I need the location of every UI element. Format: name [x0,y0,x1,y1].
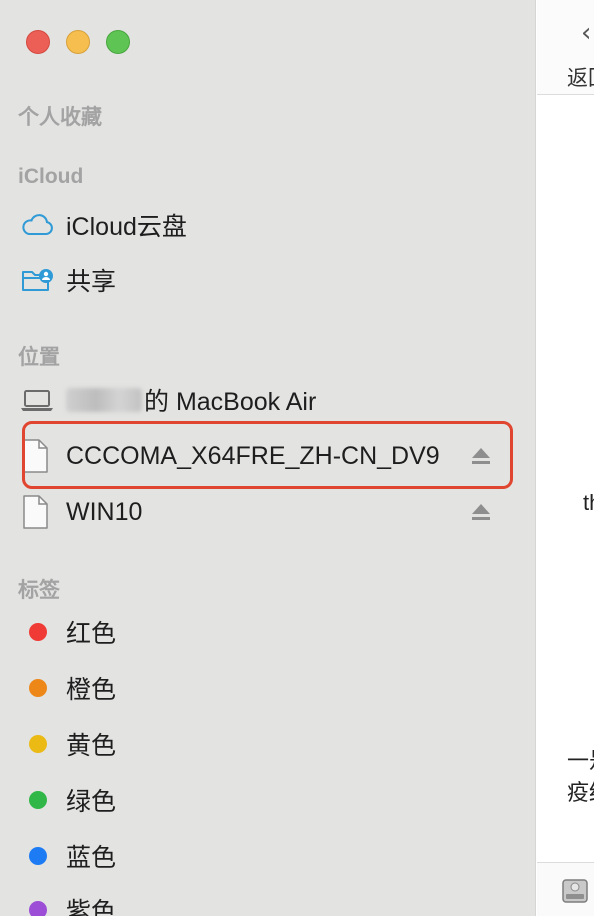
hard-disk-icon [561,877,589,910]
close-window-button[interactable] [26,30,50,54]
sidebar-item-label: 共享 [66,268,117,296]
content-text-fragment: th [583,490,594,515]
main-content: ‹ 返回 th 一是 疫结 [537,0,594,916]
sidebar-item-label: 蓝色 [66,844,117,872]
shared-folder-icon [20,262,56,298]
sidebar-item-label: 橙色 [66,676,117,704]
zoom-window-button[interactable] [106,30,130,54]
tag-color-dot [29,623,47,641]
minimize-window-button[interactable] [66,30,90,54]
section-header-locations: 位置 [18,346,60,369]
sidebar-item-label: 红色 [66,620,117,648]
sidebar-item-tag-purple[interactable]: 紫色 [20,888,116,916]
redacted-username [66,388,142,412]
section-header-icloud: iCloud [18,165,84,188]
sidebar-item-label: 的 MacBook Air [144,388,317,416]
section-header-tags: 标签 [18,579,60,602]
toolbar: ‹ 返回 [537,0,594,95]
tag-color-dot [29,735,47,753]
tag-color-dot [29,791,47,809]
tag-color-dot [29,847,47,865]
back-chevron-icon[interactable]: ‹ [581,18,591,48]
sidebar-item-label: 黄色 [66,732,117,760]
content-text-fragment: 一是 [567,748,594,773]
eject-icon[interactable] [470,502,492,522]
sidebar-item-label: iCloud云盘 [66,213,187,241]
section-header-favorites: 个人收藏 [18,106,102,129]
laptop-icon [20,382,56,418]
window-controls [26,30,130,54]
sidebar-item-tag-green[interactable]: 绿色 [20,778,116,822]
document-icon [20,494,56,530]
sidebar-item-win10-volume[interactable]: WIN10 [20,490,142,534]
sidebar-item-tag-yellow[interactable]: 黄色 [20,722,116,766]
back-button-label[interactable]: 返回 [567,62,594,92]
sidebar-item-tag-red[interactable]: 红色 [20,610,116,654]
tag-color-dot [29,901,47,916]
content-text-fragment: 疫结 [567,780,594,805]
cloud-icon [20,207,56,243]
annotation-highlight-box [22,421,513,489]
sidebar-item-icloud-drive[interactable]: iCloud云盘 [20,203,187,247]
finder-window: 个人收藏 iCloud iCloud云盘 共享 位置 的 MacBook Air… [0,0,594,916]
sidebar-item-label: WIN10 [66,497,143,526]
tag-color-dot [29,679,47,697]
sidebar: 个人收藏 iCloud iCloud云盘 共享 位置 的 MacBook Air… [0,0,536,916]
sidebar-item-label: 绿色 [66,788,117,816]
sidebar-item-shared[interactable]: 共享 [20,258,116,302]
sidebar-item-tag-orange[interactable]: 橙色 [20,666,116,710]
sidebar-item-label: 紫色 [66,898,117,916]
status-bar [537,862,594,916]
sidebar-item-tag-blue[interactable]: 蓝色 [20,834,116,878]
sidebar-item-macbook[interactable]: 的 MacBook Air [20,378,316,422]
